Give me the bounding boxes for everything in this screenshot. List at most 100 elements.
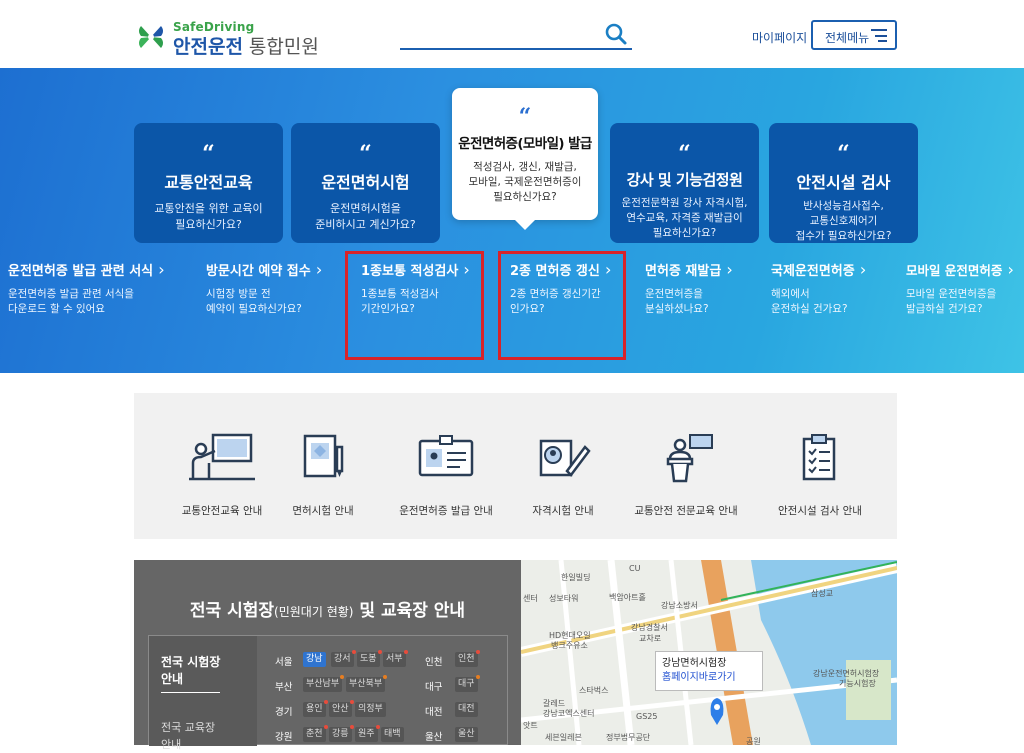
highlight-box-class1	[345, 251, 484, 360]
clover-logo-icon	[139, 26, 163, 48]
popup-homepage-link[interactable]: 홈페이지바로가기	[662, 671, 756, 685]
chip-busan-nambu[interactable]: 부산남부	[303, 675, 345, 692]
region-gyeonggi: 경기	[275, 707, 293, 718]
service-label: 면허시험 안내	[292, 505, 354, 517]
quote-icon: “	[518, 104, 532, 130]
map-label: 삼성교	[811, 589, 834, 598]
card-title: 운전면허증(모바일) 발급	[458, 136, 592, 152]
exam-side-tabs: 전국 시험장 안내 전국 교육장 안내	[149, 636, 257, 751]
podium-icon	[666, 434, 713, 483]
map-label: 백암아트홀	[609, 593, 646, 602]
region-daegu: 대구	[425, 682, 443, 693]
map-label: 교차로	[639, 634, 662, 643]
logo-korean-sub: 통합민원	[248, 36, 319, 58]
chip-uijeongbu[interactable]: 의정부	[355, 702, 386, 717]
link-title: 모바일 운전면허증	[906, 260, 1014, 279]
popup-title: 강남면허시험장	[662, 658, 727, 669]
chip-chuncheon[interactable]: 춘천	[303, 725, 328, 742]
map-label: 세븐일레븐	[545, 733, 582, 742]
quote-icon: “	[678, 141, 691, 167]
card-safety-facility[interactable]: “ 안전시설 검사 반사성능검사접수, 교통신호제어기 접수가 필요하신가요?	[769, 123, 918, 243]
link-desc: 시험장 방문 전 예약이 필요하신가요?	[206, 288, 302, 315]
tab-exam-centers[interactable]: 전국 시험장 안내	[161, 654, 221, 693]
region-busan: 부산	[275, 682, 293, 693]
link-mobile-license[interactable]: 모바일 운전면허증 모바일 운전면허증을발급하실 건가요?	[906, 260, 1014, 317]
map-label: 기능시험장	[839, 679, 876, 688]
chip-gangnam[interactable]: 강남	[303, 652, 326, 667]
chip-gangseo[interactable]: 강서	[331, 650, 356, 667]
service-traffic-education[interactable]: 교통안전교육 안내	[172, 433, 272, 518]
site-header: SafeDriving 안전운전 통합민원 마이페이지 전체메뉴	[0, 0, 1024, 68]
service-license-issue[interactable]: 운전면허증 발급 안내	[390, 433, 502, 518]
search-icon[interactable]	[604, 22, 628, 46]
certificate-icon	[539, 439, 591, 477]
exam-doc-icon	[303, 434, 344, 478]
chip-wonju[interactable]: 원주	[355, 725, 380, 742]
chip-ansan[interactable]: 안산	[329, 700, 354, 717]
link-international[interactable]: 국제운전면허증 해외에서운전하실 건가요?	[771, 260, 866, 317]
map-label: 강남경찰서	[631, 623, 668, 632]
chip-taebaek[interactable]: 태백	[381, 727, 404, 742]
region-ulsan: 울산	[425, 732, 443, 743]
chip-ulsan[interactable]: 울산	[455, 727, 478, 742]
link-title: 국제운전면허증	[771, 260, 866, 279]
card-desc: 적성검사, 갱신, 재발급, 모바일, 국제운전면허증이 필요하신가요?	[468, 161, 582, 203]
chip-yongin[interactable]: 용인	[303, 700, 328, 717]
hero-banner: “ 교통안전교육 교통안전을 위한 교육이 필요하신가요? “ 운전면허시험 운전…	[0, 68, 1024, 373]
highlight-box-class2	[498, 251, 626, 360]
chip-busan-bukbu[interactable]: 부산북부	[346, 675, 388, 692]
tab-education-centers[interactable]: 전국 교육장 안내	[161, 719, 215, 753]
chip-gangneung[interactable]: 강릉	[329, 725, 354, 742]
site-logo[interactable]: SafeDriving 안전운전 통합민원	[135, 20, 335, 58]
logo-korean: 안전운전 통합민원	[173, 32, 319, 59]
location-map[interactable]: 한일빌딩 성보타워 센터 백암아트홀 CU 강남소방서 HD현대오일 뱅크주유소…	[521, 560, 897, 745]
card-traffic-education[interactable]: “ 교통안전교육 교통안전을 위한 교육이 필요하신가요?	[134, 123, 283, 243]
link-reissue[interactable]: 면허증 재발급 운전면허증을분실하셨나요?	[645, 260, 733, 317]
chip-daegu[interactable]: 대구	[455, 675, 480, 692]
checklist-icon	[802, 434, 836, 481]
exam-center-panel: 전국 시험장(민원대기 현황) 및 교육장 안내 전국 시험장 안내 전국 교육장…	[134, 560, 521, 751]
exam-panel-title: 전국 시험장(민원대기 현황) 및 교육장 안내	[189, 601, 466, 621]
map-label: 뱅크주유소	[551, 641, 588, 650]
link-desc: 모바일 운전면허증을 발급하실 건가요?	[906, 288, 997, 315]
card-license-test[interactable]: “ 운전면허시험 운전면허시험을 준비하시고 계신가요?	[291, 123, 440, 243]
lecture-icon	[189, 433, 255, 481]
search-input[interactable]	[400, 22, 632, 50]
card-instructor[interactable]: “ 강사 및 기능검정원 운전전문학원 강사 자격시험, 연수교육, 자격증 재발…	[610, 123, 759, 243]
quote-icon: “	[202, 141, 215, 167]
card-license-issue[interactable]: “ 운전면허증(모바일) 발급 적성검사, 갱신, 재발급, 모바일, 국제운전면…	[452, 88, 598, 230]
card-desc: 운전면허시험을 준비하시고 계신가요?	[315, 202, 416, 231]
link-title: 면허증 재발급	[645, 260, 733, 279]
link-license-forms[interactable]: 운전면허증 발급 관련 서식 운전면허증 발급 관련 서식을다운로드 할 수 있…	[8, 260, 165, 317]
card-desc: 교통안전을 위한 교육이 필요하신가요?	[154, 202, 263, 231]
service-safety-inspection[interactable]: 안전시설 검사 안내	[770, 433, 870, 518]
allmenu-button[interactable]: 전체메뉴	[811, 20, 897, 50]
region-incheon: 인천	[425, 657, 443, 668]
service-label: 자격시험 안내	[532, 505, 594, 517]
service-qualification-test[interactable]: 자격시험 안내	[518, 433, 608, 518]
region-seoul: 서울	[275, 657, 293, 668]
chip-incheon[interactable]: 인천	[455, 650, 480, 667]
service-label: 교통안전교육 안내	[181, 505, 263, 517]
link-visit-reservation[interactable]: 방문시간 예약 접수 시험장 방문 전예약이 필요하신가요?	[206, 260, 322, 317]
service-expert-education[interactable]: 교통안전 전문교육 안내	[626, 433, 746, 518]
mypage-link[interactable]: 마이페이지	[752, 29, 807, 46]
map-label: 성보타워	[549, 594, 579, 603]
hamburger-icon	[871, 29, 887, 42]
map-label: 센터	[523, 594, 538, 603]
map-label: 강남코엑스센터	[543, 709, 595, 718]
card-title: 운전면허시험	[321, 173, 410, 192]
map-label: CU	[629, 564, 641, 573]
link-desc: 운전면허증 발급 관련 서식을 다운로드 할 수 있어요	[8, 288, 134, 315]
service-icons-panel: 교통안전교육 안내 면허시험 안내 운전면허증 발급 안내 자격시험 안내 교통…	[134, 393, 897, 539]
map-label: 강남소방서	[661, 601, 698, 610]
service-license-test[interactable]: 면허시험 안내	[278, 433, 368, 518]
exam-region-box: 전국 시험장 안내 전국 교육장 안내 서울 강남 강서 도봉 서부 부산 부산남부…	[148, 635, 508, 751]
map-label: GS25	[636, 712, 658, 721]
chip-dobong[interactable]: 도봉	[357, 650, 382, 667]
region-daejeon: 대전	[425, 707, 443, 718]
card-desc: 운전전문학원 강사 자격시험, 연수교육, 자격증 재발급이 필요하신가요?	[621, 197, 748, 239]
map-popup: 강남면허시험장 홈페이지바로가기	[655, 651, 763, 691]
chip-seobu[interactable]: 서부	[383, 650, 408, 667]
chip-daejeon[interactable]: 대전	[455, 702, 478, 717]
